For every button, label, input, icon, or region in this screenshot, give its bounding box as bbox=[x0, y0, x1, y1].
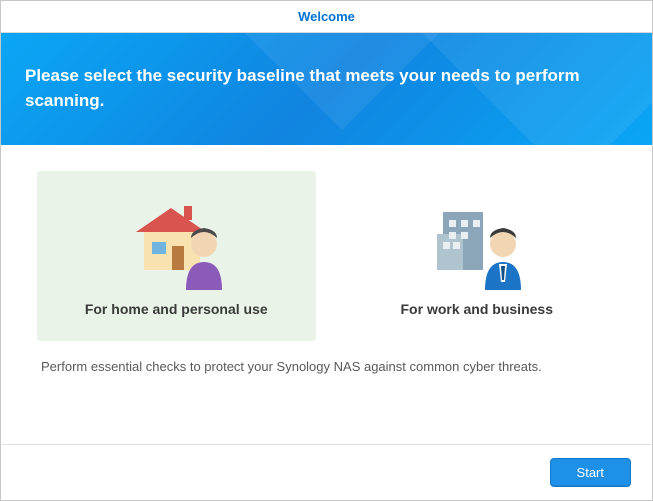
window-title: Welcome bbox=[298, 9, 355, 24]
footer: Start bbox=[2, 444, 651, 500]
start-button[interactable]: Start bbox=[550, 458, 631, 487]
option-home-personal[interactable]: For home and personal use bbox=[37, 171, 316, 341]
home-person-icon bbox=[111, 185, 241, 295]
banner-heading: Please select the security baseline that… bbox=[25, 64, 615, 113]
window-titlebar: Welcome bbox=[1, 1, 652, 33]
content-area: For home and personal use bbox=[1, 145, 652, 374]
option-business-label: For work and business bbox=[401, 301, 553, 317]
option-home-label: For home and personal use bbox=[85, 301, 268, 317]
baseline-options: For home and personal use bbox=[37, 171, 616, 341]
option-work-business[interactable]: For work and business bbox=[338, 171, 617, 341]
option-description: Perform essential checks to protect your… bbox=[37, 359, 616, 374]
banner: Please select the security baseline that… bbox=[1, 33, 652, 145]
office-person-icon bbox=[412, 185, 542, 295]
